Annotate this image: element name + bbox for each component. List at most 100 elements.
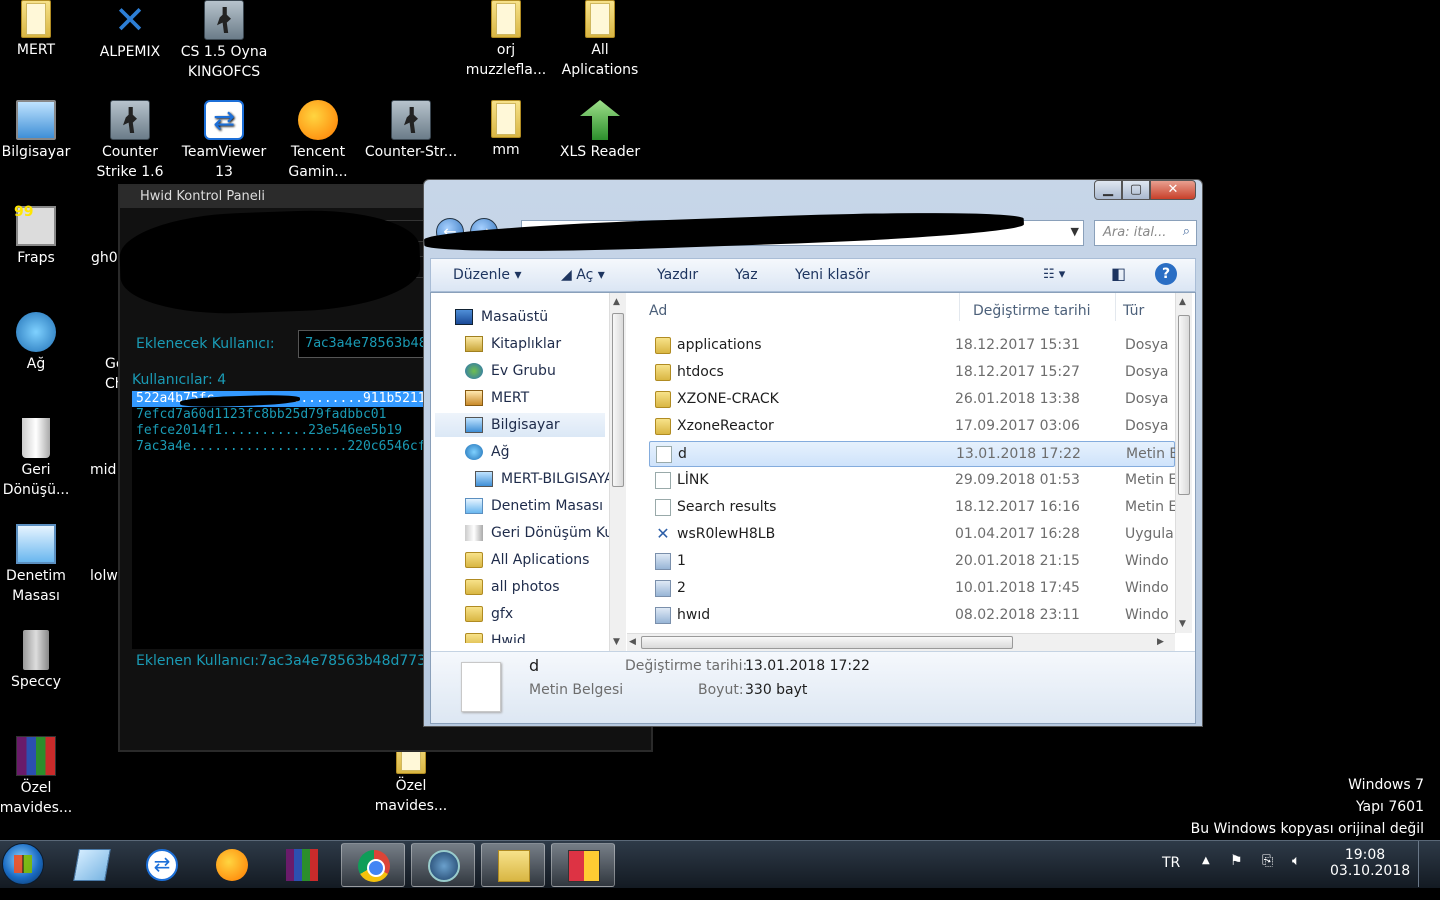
nav-item-hwid[interactable]: Hwid: [465, 629, 526, 643]
chevron-down-icon[interactable]: ▼: [1071, 225, 1079, 238]
desktop-icon-bilgisayar[interactable]: Bilgisayar: [0, 100, 83, 162]
desktop-icon-cs15-kingofcs[interactable]: CS 1.5 Oyna KINGOFCS: [177, 0, 271, 82]
nav-item-homegroup[interactable]: Ev Grubu: [465, 359, 556, 383]
users-list[interactable]: 522a4b75fc...................911b521186 …: [132, 391, 432, 649]
file-row[interactable]: Search results 18.12.2017 16:16 Metin E: [649, 495, 1175, 521]
file-row[interactable]: d 13.01.2018 17:22 Metin E: [649, 441, 1175, 467]
file-row[interactable]: htdocs 18.12.2017 15:27 Dosya: [649, 360, 1175, 386]
column-header-name[interactable]: Ad: [649, 303, 667, 319]
clock[interactable]: 19:08 03.10.2018: [1330, 847, 1410, 879]
file-row[interactable]: 2 10.01.2018 17:45 Windo: [649, 576, 1175, 602]
desktop-icon-speccy[interactable]: Speccy: [0, 630, 83, 692]
homegroup-icon: [465, 363, 483, 379]
nav-item-desktop[interactable]: Masaüstü: [455, 305, 548, 329]
desktop-icon-all-aplications[interactable]: All Aplications: [553, 0, 647, 80]
taskbar-app-teamviewer[interactable]: [130, 843, 194, 887]
scroll-up-arrow[interactable]: ▲: [1179, 297, 1186, 307]
scrollbar-thumb[interactable]: [641, 636, 1013, 649]
new-folder-button[interactable]: Yeni klasör: [795, 267, 870, 283]
start-button[interactable]: [2, 843, 44, 885]
scrollbar-thumb[interactable]: [612, 313, 624, 487]
minimize-button[interactable]: ▁: [1094, 180, 1122, 200]
taskbar-app-notes[interactable]: [60, 843, 124, 887]
details-file-type: Metin Belgesi: [529, 682, 624, 698]
column-header-type[interactable]: Tür: [1123, 303, 1144, 319]
nav-item-gfx[interactable]: gfx: [465, 602, 513, 626]
nav-item-all-aplications[interactable]: All Aplications: [465, 548, 589, 572]
nav-item-recycle-bin[interactable]: Geri Dönüşüm Ku: [465, 521, 609, 545]
show-desktop-button[interactable]: [1418, 841, 1430, 887]
desktop-icon-gc[interactable]: Gc Ch: [83, 312, 123, 394]
desktop-icon-mid[interactable]: mid: [83, 418, 123, 480]
maximize-button[interactable]: ▢: [1122, 180, 1150, 200]
list-item[interactable]: 7ac3a4e....................220c6546cfaa: [132, 439, 432, 455]
scroll-right-arrow[interactable]: ▶: [1157, 637, 1164, 647]
scroll-down-arrow[interactable]: ▼: [1179, 619, 1186, 629]
nav-item-computer[interactable]: Bilgisayar: [435, 413, 605, 437]
taskbar-app-explorer[interactable]: [481, 843, 545, 887]
show-hidden-icons-button[interactable]: ▲: [1202, 855, 1210, 866]
network-status-icon[interactable]: ⎘: [1262, 853, 1273, 869]
desktop-icon-ozel-mavides-rar[interactable]: Özel mavides...: [0, 736, 83, 818]
desktop-icon-fraps[interactable]: Fraps: [0, 202, 83, 268]
open-button[interactable]: ◢ Aç ▾: [561, 267, 605, 283]
desktop-icon-mm[interactable]: mm: [459, 100, 553, 160]
file-date: 29.09.2018 01:53: [955, 472, 1080, 488]
taskbar-app-headset[interactable]: [411, 843, 475, 887]
preview-pane-button[interactable]: ◧: [1111, 264, 1126, 283]
close-button[interactable]: ✕: [1150, 180, 1196, 200]
desktop-icon-tencent[interactable]: Tencent Gamin...: [271, 100, 365, 182]
desktop-icon-recycle-bin[interactable]: Geri Dönüşü...: [0, 418, 83, 500]
write-button[interactable]: Yaz: [735, 267, 758, 283]
file-row[interactable]: ✕ wsR0lewH8LB 01.04.2017 16:28 Uygula: [649, 522, 1175, 548]
nav-item-mert-bilgisayar[interactable]: MERT-BILGISAYA: [475, 467, 609, 491]
action-center-icon[interactable]: ⚑: [1230, 853, 1243, 869]
taskbar-app-tencent[interactable]: [200, 843, 264, 887]
print-button[interactable]: Yazdır: [657, 267, 698, 283]
list-item[interactable]: fefce2014f1...........23e546ee5b19: [132, 423, 432, 439]
file-row[interactable]: hwıd 08.02.2018 23:11 Windo: [649, 603, 1175, 629]
volume-icon[interactable]: 🔈︎: [1292, 853, 1300, 869]
search-input[interactable]: Ara: ital... ⌕: [1094, 220, 1197, 246]
nav-item-libraries[interactable]: Kitaplıklar: [465, 332, 561, 356]
desktop-icon-orj-muzzleflash[interactable]: orj muzzlefla...: [459, 0, 553, 80]
list-item[interactable]: 7efcd7a60d1123fc8bb25d79fadbbc01: [132, 407, 432, 423]
file-row[interactable]: applications 18.12.2017 15:31 Dosya: [649, 333, 1175, 359]
file-name: 1: [677, 553, 686, 569]
taskbar-app-winrar[interactable]: [270, 843, 334, 887]
desktop-icon-ag[interactable]: Ağ: [0, 312, 83, 374]
help-icon[interactable]: ?: [1155, 263, 1177, 285]
taskbar-app-tiles[interactable]: [551, 843, 615, 887]
taskbar-app-chrome[interactable]: [341, 843, 405, 887]
desktop-icon-counter-str[interactable]: Counter-Str...: [364, 100, 458, 162]
desktop-icon-teamviewer[interactable]: TeamViewer 13: [177, 100, 271, 182]
language-indicator[interactable]: TR: [1162, 855, 1180, 871]
desktop-icon-gh0[interactable]: gh0: [83, 206, 123, 268]
desktop-icon-xls-reader[interactable]: XLS Reader: [553, 100, 647, 162]
file-list-scrollbar[interactable]: ▲ ▼: [1175, 293, 1192, 633]
desktop-icon-alpemix[interactable]: ✕ ALPEMIX: [83, 0, 177, 62]
desktop-icon-lolw[interactable]: lolw: [83, 524, 123, 586]
nav-item-control-panel[interactable]: Denetim Masası: [465, 494, 603, 518]
organize-menu[interactable]: Düzenle ▾: [453, 267, 521, 283]
file-row[interactable]: 1 20.01.2018 21:15 Windo: [649, 549, 1175, 575]
desktop-icon-control-panel[interactable]: Denetim Masası: [0, 524, 83, 606]
horizontal-scrollbar[interactable]: ◀ ▶: [627, 633, 1175, 651]
nav-item-all-photos[interactable]: all photos: [465, 575, 559, 599]
column-header-date[interactable]: Değiştirme tarihi: [973, 303, 1091, 319]
view-options-button[interactable]: ☷ ▾: [1043, 267, 1065, 282]
add-user-input[interactable]: 7ac3a4e78563b48: [298, 330, 438, 358]
scroll-up-arrow[interactable]: ▲: [613, 297, 620, 307]
scroll-left-arrow[interactable]: ◀: [629, 637, 636, 647]
file-row[interactable]: LİNK 29.09.2018 01:53 Metin E: [649, 468, 1175, 494]
file-row[interactable]: XZONE-CRACK 26.01.2018 13:38 Dosya: [649, 387, 1175, 413]
tencent-icon: [298, 100, 338, 140]
application-icon: ✕: [656, 524, 670, 543]
desktop-icon-mert[interactable]: MERT: [0, 0, 83, 60]
nav-pane-scrollbar[interactable]: ▲ ▼: [609, 293, 626, 651]
nav-item-mert[interactable]: MERT: [465, 386, 529, 410]
file-row[interactable]: XzoneReactor 17.09.2017 03:06 Dosya: [649, 414, 1175, 440]
scrollbar-thumb[interactable]: [1178, 315, 1190, 495]
scroll-down-arrow[interactable]: ▼: [613, 637, 620, 647]
nav-item-network[interactable]: Ağ: [465, 440, 509, 464]
